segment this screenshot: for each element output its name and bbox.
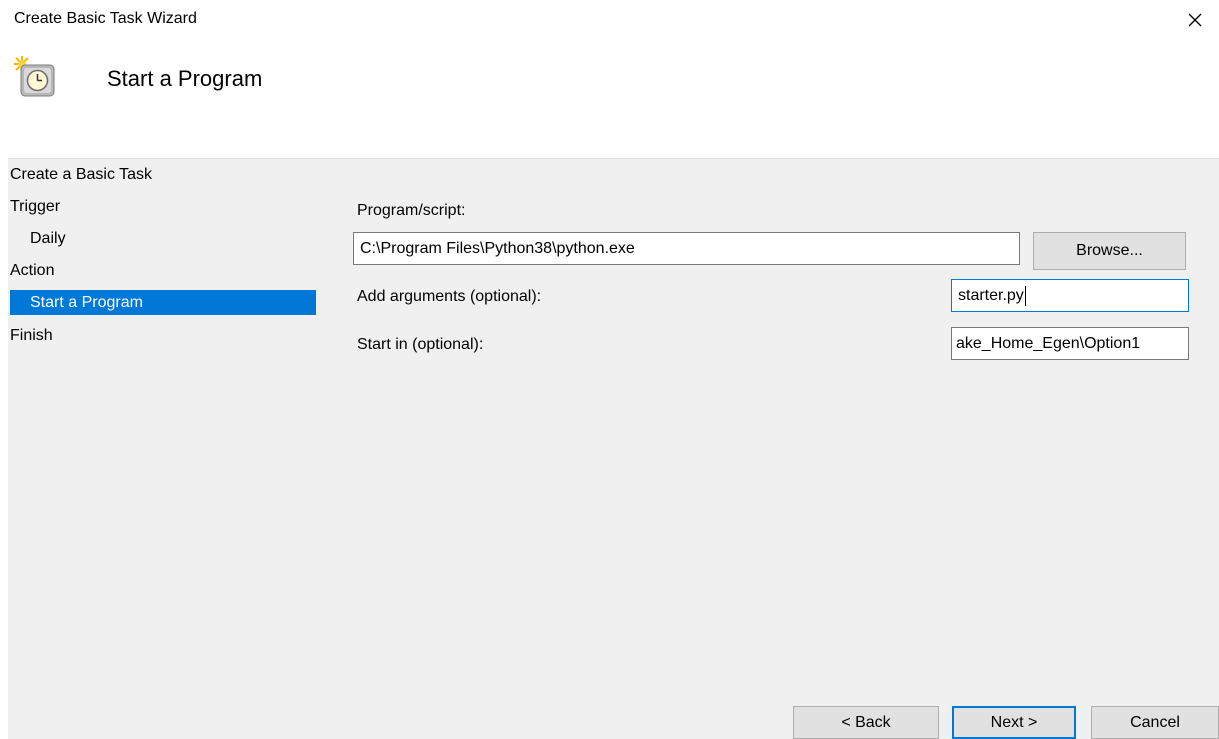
cancel-button[interactable]: Cancel [1091,706,1219,739]
close-icon [1188,13,1202,27]
nav-item-trigger[interactable]: Trigger [10,194,60,219]
page-title: Start a Program [107,66,263,91]
close-button[interactable] [1181,6,1209,34]
start-in-label: Start in (optional): [357,336,484,353]
nav-item-create-basic-task[interactable]: Create a Basic Task [10,162,152,187]
nav-item-action[interactable]: Action [10,258,54,283]
arguments-label: Add arguments (optional): [357,288,542,305]
start-in-input[interactable]: ake_Home_Egen\Option1 [951,327,1189,360]
back-button[interactable]: < Back [793,706,939,739]
nav-item-finish[interactable]: Finish [10,323,53,348]
arguments-input[interactable]: starter.py [951,279,1189,312]
nav-item-daily[interactable]: Daily [10,226,66,251]
window-title: Create Basic Task Wizard [14,10,197,27]
task-scheduler-clock-icon [12,54,58,100]
wizard-panel: Create a Basic Task Trigger Daily Action… [8,158,1219,739]
program-script-label: Program/script: [357,202,466,219]
text-caret [1024,285,1026,306]
browse-button[interactable]: Browse... [1033,232,1186,270]
program-script-input[interactable]: C:\Program Files\Python38\python.exe [353,232,1020,265]
nav-item-start-a-program[interactable]: Start a Program [10,290,316,315]
title-bar: Create Basic Task Wizard [0,0,1219,40]
next-button[interactable]: Next > [952,706,1076,739]
arguments-value: starter.py [958,287,1024,304]
